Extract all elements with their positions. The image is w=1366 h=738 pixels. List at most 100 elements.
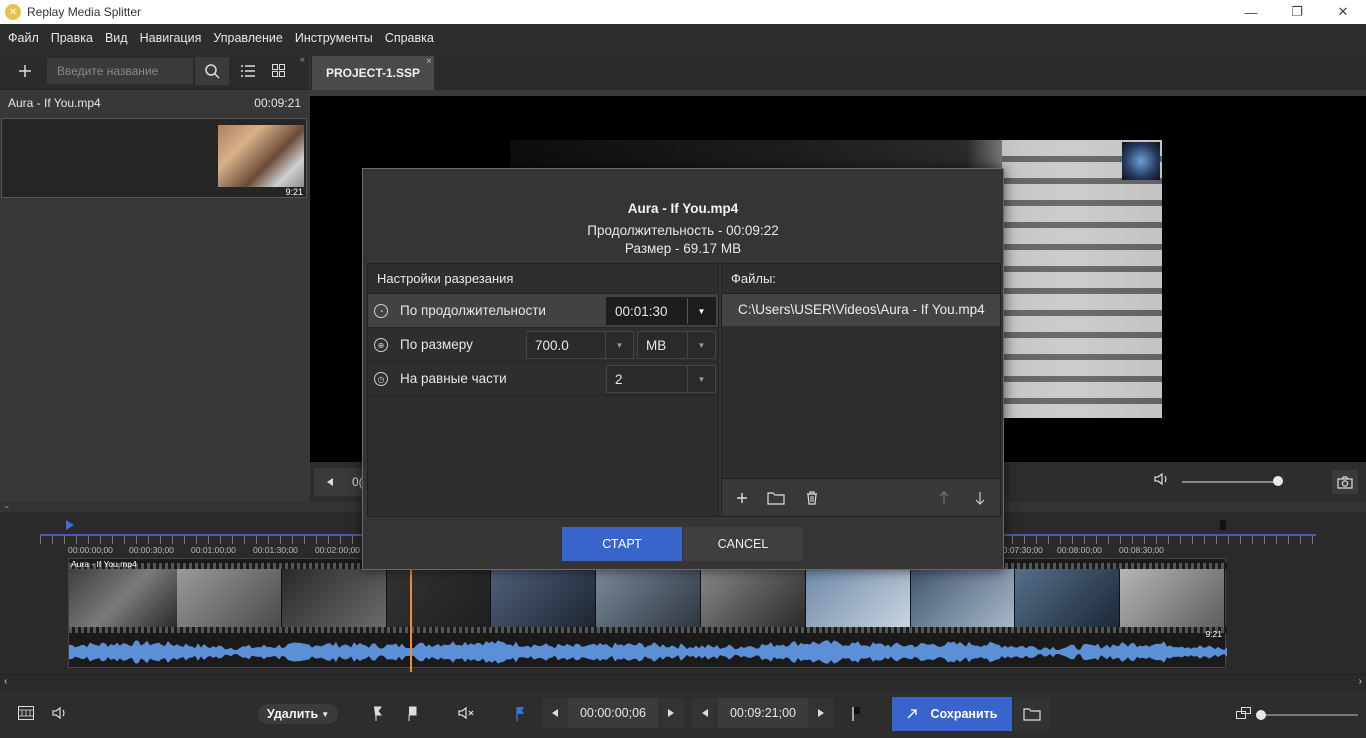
title-bar: ✕ Replay Media Splitter — ❐ ✕ <box>0 0 1366 24</box>
playhead[interactable] <box>410 558 412 672</box>
split-settings-panel: Настройки разрезания ◔ По продолжительно… <box>367 263 719 517</box>
files-panel: Файлы: C:\Users\USER\Videos\Aura - If Yo… <box>721 263 1001 517</box>
grid-toggle-icon[interactable] <box>18 706 34 723</box>
duration-combo[interactable]: 00:01:30 ▼ <box>606 297 716 325</box>
cancel-button[interactable]: CANCEL <box>683 527 803 561</box>
size-unit-combo[interactable]: MB ▼ <box>637 331 716 359</box>
split-equal-parts-row[interactable]: ◷ На равные части 2 ▼ <box>368 362 718 396</box>
chevron-down-icon[interactable]: ▼ <box>687 298 715 324</box>
parts-combo[interactable]: 2 ▼ <box>606 365 716 393</box>
end-time-field[interactable]: 00:09:21;00 <box>718 706 808 720</box>
size-combo[interactable]: 700.0 ▼ <box>526 331 634 359</box>
split-dialog: Aura - If You.mp4 Продолжительность - 00… <box>362 168 1004 570</box>
menu-edit[interactable]: Правка <box>45 31 99 45</box>
maximize-button[interactable]: ❐ <box>1274 0 1320 24</box>
start-time-field[interactable]: 00:00:00;06 <box>568 706 658 720</box>
minimize-button[interactable]: — <box>1228 0 1274 24</box>
zoom-slider-handle[interactable] <box>1256 710 1266 720</box>
add-file-button[interactable] <box>728 485 756 511</box>
grid-view-button[interactable] <box>263 56 293 86</box>
end-time-prev-button[interactable] <box>692 698 718 728</box>
prev-frame-button[interactable] <box>314 468 346 496</box>
tab-project-1[interactable]: PROJECT-1.SSP <box>312 56 434 90</box>
open-folder-button[interactable] <box>1014 697 1050 731</box>
split-by-size-row[interactable]: ⊕ По размеру 700.0 ▼ MB ▼ <box>368 328 718 362</box>
end-time-next-button[interactable] <box>808 698 834 728</box>
menu-bar: Файл Правка Вид Навигация Управление Инс… <box>0 24 1366 52</box>
track-frame <box>69 569 177 627</box>
start-time-next-button[interactable] <box>658 698 684 728</box>
triangle-left-icon <box>552 709 558 717</box>
file-duration: 00:09:21 <box>254 96 301 110</box>
list-view-button[interactable] <box>233 56 263 86</box>
end-flag-icon[interactable] <box>850 706 862 725</box>
search-icon <box>205 63 220 79</box>
duration-value[interactable]: 00:01:30 <box>607 304 687 319</box>
split-by-size-label: По размеру <box>400 337 473 352</box>
delete-dropdown-button[interactable]: Удалить ▼ <box>258 704 338 724</box>
scroll-right-icon[interactable]: › <box>1359 676 1362 687</box>
move-up-button[interactable] <box>930 485 958 511</box>
ruler-label: 00:01:30;00 <box>253 545 298 555</box>
ruler-label: 00:00:30;00 <box>129 545 174 555</box>
parts-value[interactable]: 2 <box>607 372 687 387</box>
zoom-slider[interactable] <box>1262 714 1358 716</box>
chevron-down-icon[interactable]: ▼ <box>687 332 715 358</box>
menu-navigation[interactable]: Навигация <box>134 31 208 45</box>
end-marker-icon[interactable] <box>1220 520 1226 530</box>
snapshot-button[interactable] <box>1332 470 1358 494</box>
menu-help[interactable]: Справка <box>379 31 440 45</box>
search-field[interactable] <box>46 56 194 85</box>
trash-icon <box>807 491 817 505</box>
project-tabs: PROJECT-1.SSP × <box>310 52 1366 90</box>
audio-toggle-icon[interactable] <box>52 706 68 723</box>
start-marker-icon[interactable] <box>66 520 74 530</box>
collapse-panel-icon[interactable]: « <box>300 54 305 64</box>
list-icon <box>241 64 255 77</box>
add-media-button[interactable] <box>10 56 40 86</box>
set-end-marker-icon[interactable] <box>406 706 418 725</box>
chevron-down-icon[interactable]: ▼ <box>687 366 715 392</box>
delete-file-button[interactable] <box>798 485 826 511</box>
volume-slider[interactable] <box>1182 481 1278 483</box>
scroll-left-icon[interactable]: ‹ <box>4 676 7 687</box>
video-track[interactable]: Aura - If You.mp4 9:21 <box>68 558 1227 668</box>
size-unit-value[interactable]: MB <box>638 338 687 353</box>
media-thumbnail[interactable]: 9:21 <box>1 118 307 198</box>
track-frame <box>596 569 701 627</box>
move-down-button[interactable] <box>966 485 994 511</box>
save-button[interactable]: Сохранить <box>892 697 1012 731</box>
size-value[interactable]: 700.0 <box>527 338 605 353</box>
track-frame <box>177 569 282 627</box>
stopwatch-icon[interactable]: ◷ <box>374 372 388 386</box>
file-entry-header: Aura - If You.mp4 00:09:21 <box>0 90 309 114</box>
start-flag-icon[interactable] <box>514 706 526 725</box>
triangle-left-icon <box>327 478 333 486</box>
start-button[interactable]: СТАРТ <box>562 527 682 561</box>
start-time-prev-button[interactable] <box>542 698 568 728</box>
clock-icon[interactable]: ◔ <box>374 304 388 318</box>
search-input[interactable] <box>57 63 193 78</box>
menu-view[interactable]: Вид <box>99 31 134 45</box>
add-folder-button[interactable] <box>762 485 790 511</box>
volume-icon[interactable] <box>1154 472 1170 489</box>
zoom-out-icon[interactable] <box>1236 706 1252 723</box>
filmstrip-border <box>69 627 1227 633</box>
plus-icon <box>19 64 31 77</box>
split-by-duration-row[interactable]: ◔ По продолжительности 00:01:30 ▼ <box>368 294 718 328</box>
track-frame <box>386 569 492 627</box>
menu-tools[interactable]: Инструменты <box>289 31 379 45</box>
globe-icon[interactable]: ⊕ <box>374 338 388 352</box>
set-start-marker-icon[interactable] <box>372 706 384 725</box>
close-window-button[interactable]: ✕ <box>1320 0 1366 24</box>
chevron-down-icon[interactable]: ▼ <box>605 332 633 358</box>
list-item[interactable]: C:\Users\USER\Videos\Aura - If You.mp4 <box>722 294 1000 326</box>
search-button[interactable] <box>195 56 229 85</box>
timeline-scrollbar[interactable]: ‹ › <box>0 674 1366 690</box>
volume-slider-handle[interactable] <box>1273 476 1283 486</box>
menu-control[interactable]: Управление <box>207 31 289 45</box>
menu-file[interactable]: Файл <box>2 31 45 45</box>
split-settings-title: Настройки разрезания <box>368 264 718 294</box>
mute-icon[interactable] <box>458 706 476 723</box>
tab-close-icon[interactable]: × <box>426 56 432 67</box>
